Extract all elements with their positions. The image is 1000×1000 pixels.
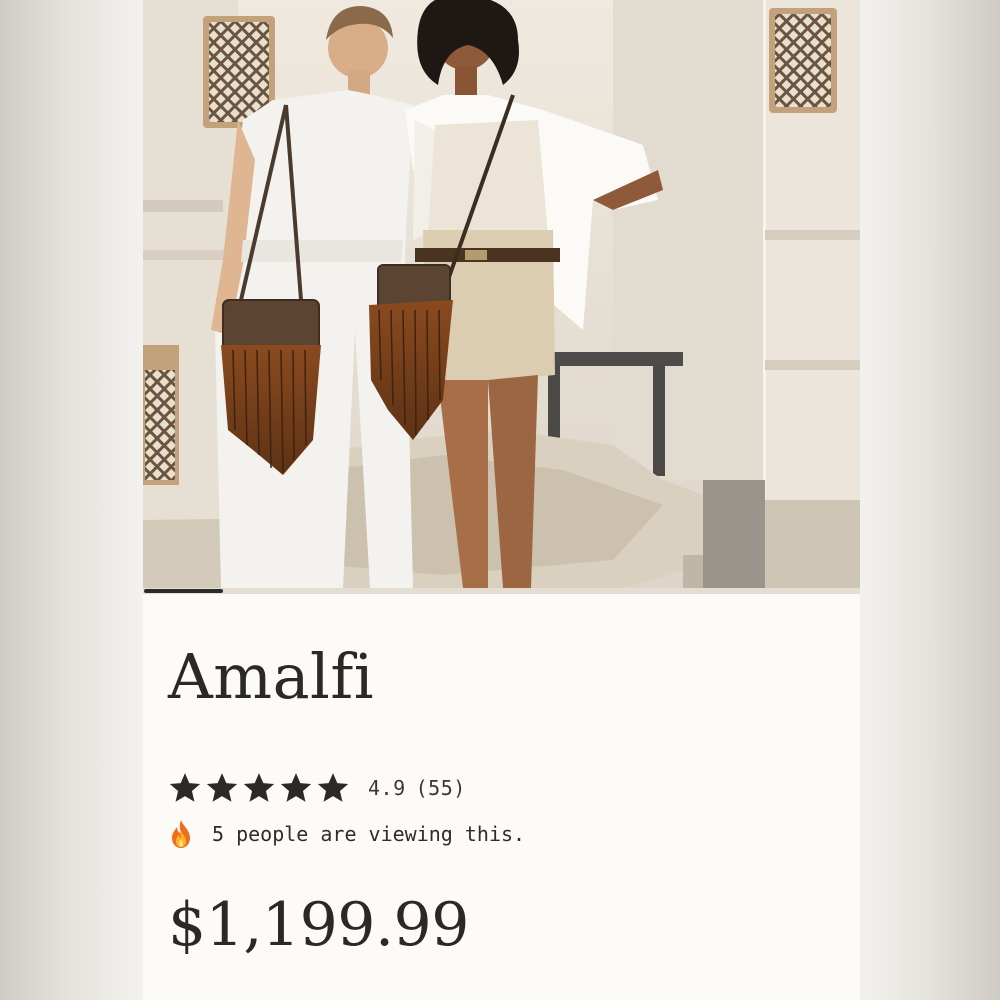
product-title: Amalfi bbox=[168, 640, 375, 713]
fire-icon bbox=[172, 820, 190, 848]
carousel-progress-indicator bbox=[144, 589, 223, 593]
review-count[interactable]: (55) bbox=[416, 776, 466, 800]
product-price: $1,199.99 bbox=[168, 890, 469, 960]
viewers-text: 5 people are viewing this. bbox=[212, 822, 526, 846]
rating-stars bbox=[168, 772, 350, 804]
product-page: Amalfi 4.9 (55) 5 people are viewing thi… bbox=[143, 0, 860, 1000]
star-icon bbox=[317, 773, 349, 802]
star-icon bbox=[280, 773, 312, 802]
carousel-progress-track[interactable] bbox=[143, 588, 860, 594]
viewers-notice: 5 people are viewing this. bbox=[168, 816, 525, 852]
star-icon bbox=[169, 773, 201, 802]
rating-score: 4.9 bbox=[368, 776, 406, 800]
product-rating[interactable]: 4.9 (55) bbox=[168, 770, 466, 806]
star-icon bbox=[206, 773, 238, 802]
product-image-carousel[interactable] bbox=[143, 0, 860, 588]
product-photo bbox=[143, 0, 860, 588]
star-icon bbox=[243, 773, 275, 802]
